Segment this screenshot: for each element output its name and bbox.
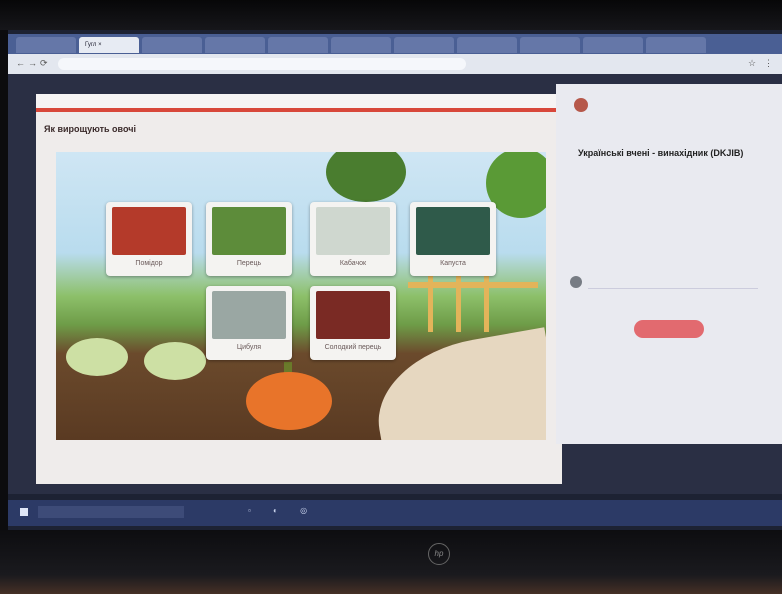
windows-taskbar: ▫ ◐ ◎ [8,500,782,526]
browser-tab[interactable] [16,37,76,53]
pumpkin-illustration [246,372,332,430]
vegetable-label: Перець [236,260,262,267]
vegetable-photo [112,207,186,255]
hp-logo: hp [428,543,450,565]
browser-address-bar: ← → ⟳ ☆ ⋮ [8,54,782,74]
web-page: Як вирощують овочі Помідор Перець Кабачо… [8,74,782,494]
browser-tab[interactable] [268,37,328,53]
vegetable-label: Солодкий перець [324,344,382,351]
bookmark-star-icon[interactable]: ☆ [748,58,756,69]
browser-tab[interactable] [457,37,517,53]
start-icon[interactable] [20,508,28,516]
monitor-frame: Гугл × ← → ⟳ ☆ ⋮ Як вирощують овочі Помі… [0,0,782,594]
browser-menu-icon[interactable]: ⋮ [764,58,773,69]
browser-tab[interactable] [205,37,265,53]
vegetable-card[interactable]: Помідор [106,202,192,276]
action-button[interactable] [634,320,704,338]
browser-tab-bar: Гугл × [8,34,782,54]
reload-icon[interactable]: ⟳ [40,58,48,69]
browser-tab[interactable] [646,37,706,53]
vegetable-photo [212,291,286,339]
vegetable-card[interactable]: Цибуля [206,286,292,360]
user-avatar-icon [570,276,582,288]
taskbar-search[interactable] [38,506,184,518]
url-input[interactable] [58,58,466,70]
vegetable-card[interactable]: Капуста [410,202,496,276]
fence-post [456,272,461,332]
browser-tab-active[interactable]: Гугл × [79,37,139,53]
vegetable-label: Помідор [135,260,163,267]
browser-tab[interactable] [583,37,643,53]
vegetable-label: Кабачок [339,260,367,267]
learning-app-panel: Як вирощують овочі Помідор Перець Кабачо… [36,94,562,484]
vegetable-photo [416,207,490,255]
vegetable-label: Капуста [440,260,466,267]
vegetable-photo [316,207,390,255]
browser-tab[interactable] [520,37,580,53]
screen: Гугл × ← → ⟳ ☆ ⋮ Як вирощують овочі Помі… [8,30,782,530]
forward-icon[interactable]: → [28,58,37,68]
browser-tab[interactable] [142,37,202,53]
fence-post [484,272,489,332]
app-top-bar [36,94,562,108]
app-title: Українські вчені - винахідник (DKJIB) [578,148,744,158]
vegetable-photo [212,207,286,255]
comment-input[interactable] [588,278,758,289]
vegetable-photo [316,291,390,339]
activity-title: Як вирощують овочі [44,124,136,134]
taskbar-app-icons[interactable]: ▫ ◐ ◎ [248,506,317,515]
vegetable-label: Цибуля [236,344,262,351]
garden-scene: Помідор Перець Кабачок Капуста Цибуля Со… [56,152,546,440]
back-icon[interactable]: ← [16,58,25,68]
cabbage-illustration [144,342,206,380]
author-avatar [574,98,588,112]
monitor-bottom-bezel [0,530,782,594]
fence-post [428,272,433,332]
vegetable-card[interactable]: Кабачок [310,202,396,276]
browser-tab[interactable] [394,37,454,53]
browser-tab[interactable] [331,37,391,53]
tree-illustration [326,152,406,202]
vegetable-card[interactable]: Солодкий перець [310,286,396,360]
vegetable-card[interactable]: Перець [206,202,292,276]
monitor-top-bezel [0,0,782,30]
cabbage-illustration [66,338,128,376]
info-sidebar: Українські вчені - винахідник (DKJIB) [556,84,782,444]
